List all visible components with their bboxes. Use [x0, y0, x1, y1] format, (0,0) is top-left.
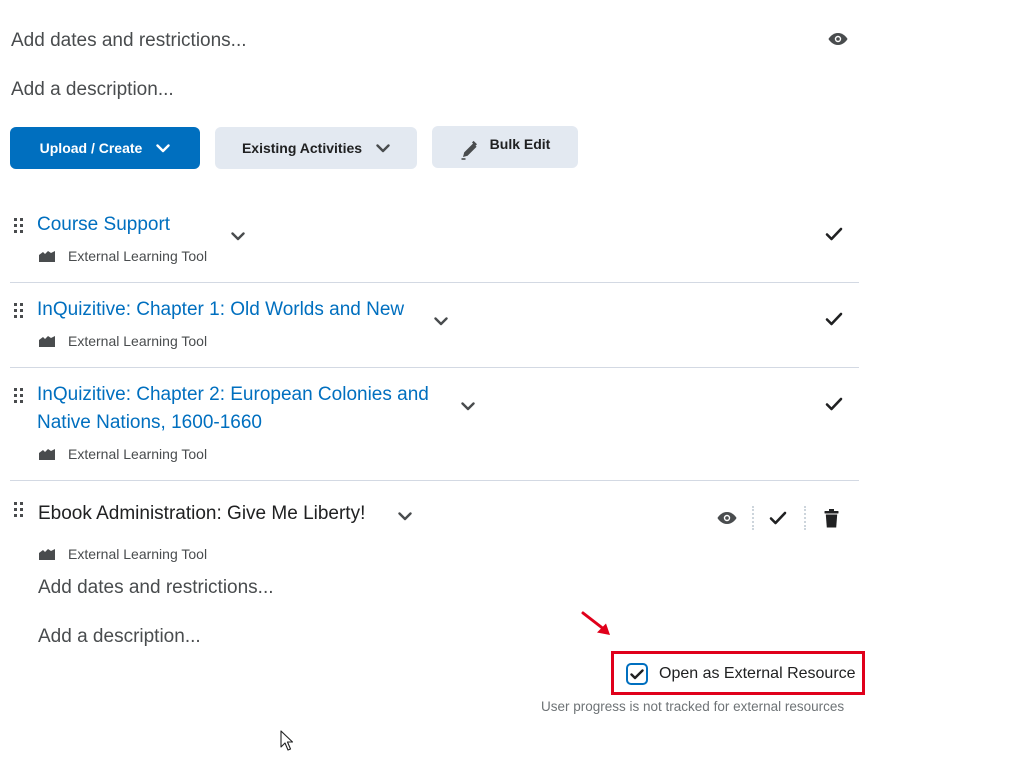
action-separator	[752, 506, 754, 530]
checkmark-icon[interactable]	[769, 511, 787, 525]
module-add-dates-link[interactable]: Add dates and restrictions...	[11, 30, 247, 52]
item-type-label: External Learning Tool	[68, 546, 208, 562]
upload-create-label: Upload / Create	[39, 140, 143, 156]
existing-activities-button[interactable]: Existing Activities	[215, 127, 417, 169]
open-external-resource-checkbox[interactable]	[626, 663, 648, 685]
item-divider	[10, 282, 859, 283]
pencil-icon	[460, 140, 480, 160]
chevron-down-icon[interactable]	[231, 232, 245, 241]
item-title-inquizitive-ch1[interactable]: InQuizitive: Chapter 1: Old Worlds and N…	[37, 296, 404, 324]
external-tool-icon	[38, 249, 56, 263]
item-type-label: External Learning Tool	[68, 446, 208, 462]
item-add-dates-link[interactable]: Add dates and restrictions...	[38, 577, 274, 599]
item-title-line: Native Nations, 1600-1660	[37, 412, 262, 433]
drag-handle-icon[interactable]	[13, 302, 25, 320]
item-title-ebook-administration[interactable]: Ebook Administration: Give Me Liberty!	[38, 500, 365, 528]
checkmark-icon[interactable]	[825, 312, 843, 326]
trash-icon[interactable]	[824, 509, 839, 528]
external-resource-note: User progress is not tracked for externa…	[541, 699, 845, 714]
chevron-down-icon[interactable]	[434, 317, 448, 326]
mouse-cursor-icon	[280, 730, 293, 751]
checkmark-icon[interactable]	[825, 397, 843, 411]
drag-handle-icon[interactable]	[13, 217, 25, 235]
item-title-course-support[interactable]: Course Support	[37, 211, 170, 239]
red-arrow-icon	[581, 611, 613, 637]
eye-icon[interactable]	[828, 32, 848, 46]
chevron-down-icon	[376, 143, 390, 153]
item-type-label: External Learning Tool	[68, 333, 208, 349]
checkmark-icon[interactable]	[825, 227, 843, 241]
existing-activities-label: Existing Activities	[241, 140, 363, 156]
external-tool-icon	[38, 334, 56, 348]
drag-handle-icon[interactable]	[13, 387, 25, 405]
chevron-down-icon[interactable]	[398, 512, 412, 521]
item-title-inquizitive-ch2[interactable]: InQuizitive: Chapter 2: European Colonie…	[37, 381, 429, 437]
external-tool-icon	[38, 547, 56, 561]
item-add-description-link[interactable]: Add a description...	[38, 626, 201, 648]
eye-icon[interactable]	[717, 511, 737, 525]
bulk-edit-button[interactable]: Bulk Edit	[432, 126, 578, 168]
item-divider	[10, 480, 859, 481]
external-tool-icon	[38, 447, 56, 461]
drag-handle-icon[interactable]	[13, 501, 25, 519]
bulk-edit-label: Bulk Edit	[489, 136, 551, 152]
chevron-down-icon	[156, 143, 171, 153]
open-external-resource-label[interactable]: Open as External Resource	[659, 665, 856, 683]
item-type-label: External Learning Tool	[68, 248, 208, 264]
module-add-description-link[interactable]: Add a description...	[11, 79, 174, 101]
chevron-down-icon[interactable]	[461, 402, 475, 411]
item-title-line: InQuizitive: Chapter 2: European Colonie…	[37, 384, 429, 405]
upload-create-button[interactable]: Upload / Create	[10, 127, 200, 169]
action-separator	[804, 506, 806, 530]
item-divider	[10, 367, 859, 368]
